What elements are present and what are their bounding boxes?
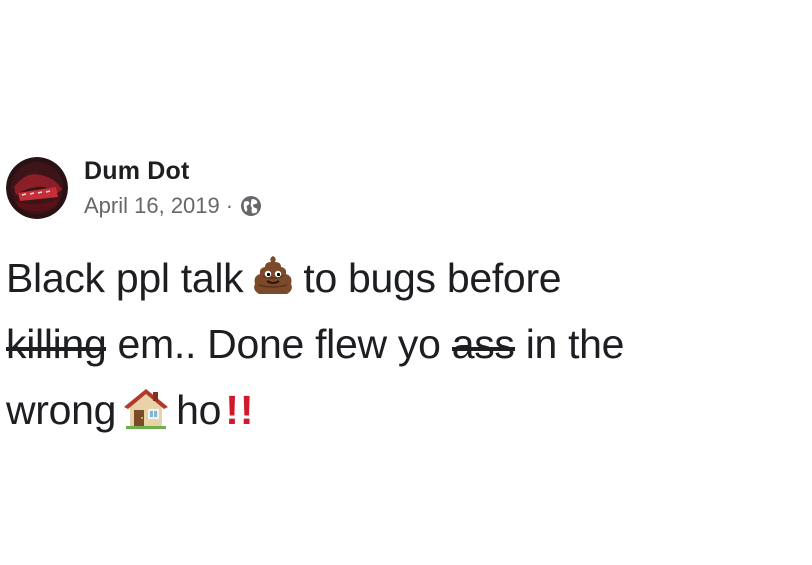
facebook-post: Dum Dot April 16, 2019 · Black ppl talk <box>0 0 812 565</box>
avatar-image <box>6 156 68 219</box>
post-line-1: Black ppl talk to bugs before <box>6 245 806 311</box>
strikethrough-text: killing <box>6 311 107 377</box>
strikethrough-text: ass <box>451 311 515 377</box>
text-segment: to bugs before <box>303 255 562 301</box>
text-segment: wrong <box>6 387 117 433</box>
double-exclamation: !! <box>225 387 255 433</box>
author-name[interactable]: Dum Dot <box>84 156 262 186</box>
post-header: Dum Dot April 16, 2019 · <box>6 156 262 219</box>
post-meta: Dum Dot April 16, 2019 · <box>84 156 262 219</box>
house-emoji-icon <box>122 386 170 430</box>
post-line-3: wrong ho!! <box>6 377 806 443</box>
avatar[interactable] <box>6 156 68 219</box>
separator-dot: · <box>225 193 234 218</box>
post-line-2: killing em.. Done flew yo ass in the <box>6 311 806 377</box>
text-segment: em.. Done flew yo <box>117 321 441 367</box>
text-segment: Black ppl talk <box>6 255 244 301</box>
text-segment: ho <box>176 387 222 433</box>
text-segment: in the <box>525 321 625 367</box>
globe-icon <box>240 195 262 217</box>
post-body: Black ppl talk to bugs before killing em… <box>6 245 806 443</box>
post-date[interactable]: April 16, 2019 <box>84 193 220 219</box>
poop-emoji-icon <box>249 254 297 298</box>
post-date-row: April 16, 2019 · <box>84 193 262 219</box>
